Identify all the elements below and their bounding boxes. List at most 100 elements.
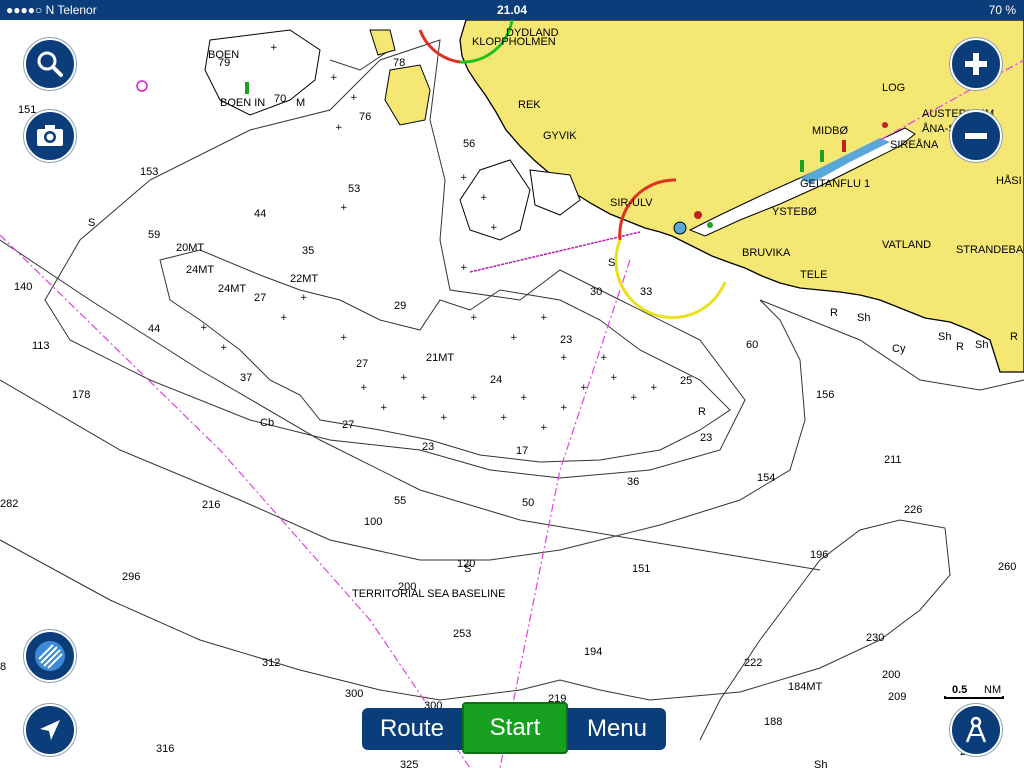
start-button[interactable]: Start [462,702,568,754]
sounding: 27 [254,292,266,304]
svg-text:+: + [510,333,518,343]
sounding: R [956,341,964,353]
sounding: 226 [904,504,922,516]
place-name: GYVIK [543,130,577,142]
place-name: REK [518,99,541,111]
place-name: GEITANFLU 1 [800,178,870,190]
sounding: 70 [274,93,286,105]
svg-text:+: + [560,403,568,413]
sounding: 50 [522,497,534,509]
svg-text:+: + [200,323,208,333]
sounding: 33 [640,286,652,298]
sounding: 37 [240,372,252,384]
svg-text:+: + [340,203,348,213]
place-name: BOEN IN [220,97,265,109]
svg-text:+: + [460,173,468,183]
scale-bar: 0.5 NM [944,684,1006,700]
sounding: 44 [254,208,266,220]
sounding: 35 [302,245,314,257]
sounding: 211 [884,454,902,466]
svg-text:+: + [540,313,548,323]
sounding: 79 [218,57,230,69]
sounding: 76 [359,111,371,123]
camera-icon [35,124,65,148]
minus-icon [963,123,989,149]
sounding: Cb [260,417,274,429]
sounding: 316 [156,743,174,755]
sounding: 282 [0,498,18,510]
sounding: 140 [14,281,32,293]
sounding: 59 [148,229,160,241]
sounding: 200 [398,581,416,593]
sounding: 312 [262,657,280,669]
battery-label: 70 % [988,3,1016,17]
place-name: LOG [882,82,905,94]
sounding: 56 [463,138,475,150]
search-button[interactable] [24,38,76,90]
place-name: TELE [800,269,828,281]
sounding: 24MT [218,283,246,295]
svg-text:+: + [600,353,608,363]
svg-text:+: + [330,73,338,83]
place-name: SIR-ULV [610,197,653,209]
sounding: 260 [998,561,1016,573]
sounding: 325 [400,759,418,768]
sounding: 24 [490,374,502,386]
nautical-chart[interactable]: DYDLAND KLOPPHOLMEN BOEN BOEN IN REK GYV… [0,20,1024,768]
svg-text:+: + [220,343,228,353]
sounding: 20MT [176,242,204,254]
sounding: 8 [0,661,6,673]
route-button[interactable]: Route [362,708,462,750]
place-name: VATLAND [882,239,931,251]
sounding: 253 [453,628,471,640]
svg-text:+: + [380,403,388,413]
sounding: 22MT [290,273,318,285]
sounding: 29 [394,300,406,312]
sounding: Sh [857,312,870,324]
svg-text:+: + [440,413,448,423]
svg-text:+: + [500,413,508,423]
sounding: M [296,97,305,109]
sounding: 23 [422,441,434,453]
sounding: 25 [680,375,692,387]
sounding: 24MT [186,264,214,276]
scale-line [944,696,1004,699]
camera-button[interactable] [24,110,76,162]
sounding: 23 [560,334,572,346]
sounding: S [88,217,95,229]
sounding: 100 [364,516,382,528]
sounding: 194 [584,646,602,658]
place-name: STRANDEBA [956,244,1024,256]
sounding: Cy [892,343,906,355]
zoom-out-button[interactable] [950,110,1002,162]
sounding: 209 [888,691,906,703]
sounding: 151 [632,563,650,575]
sounding: 230 [866,632,884,644]
sounding: 23 [700,432,712,444]
scale-value: 0.5 [952,684,968,696]
place-name: MIDBØ [812,125,849,137]
sounding: 184MT [788,681,823,693]
sounding: 113 [32,340,50,352]
svg-text:+: + [580,383,588,393]
zoom-in-button[interactable] [950,38,1002,90]
svg-text:+: + [400,373,408,383]
sounding: 156 [816,389,834,401]
sounding: 154 [757,472,775,484]
sounding: 27 [342,419,354,431]
layers-button[interactable] [24,630,76,682]
svg-text:+: + [610,373,618,383]
sounding: 153 [140,166,158,178]
layers-icon [33,639,67,673]
sounding: 300 [345,688,363,700]
svg-text:+: + [270,43,278,53]
sounding: 200 [882,669,900,681]
locate-button[interactable] [24,704,76,756]
compass-button[interactable] [950,704,1002,756]
svg-text:+: + [280,313,288,323]
sounding: R [830,307,838,319]
sounding: 188 [764,716,782,728]
sounding: 36 [627,476,639,488]
sounding: 30 [590,286,602,298]
menu-button[interactable]: Menu [568,708,666,750]
